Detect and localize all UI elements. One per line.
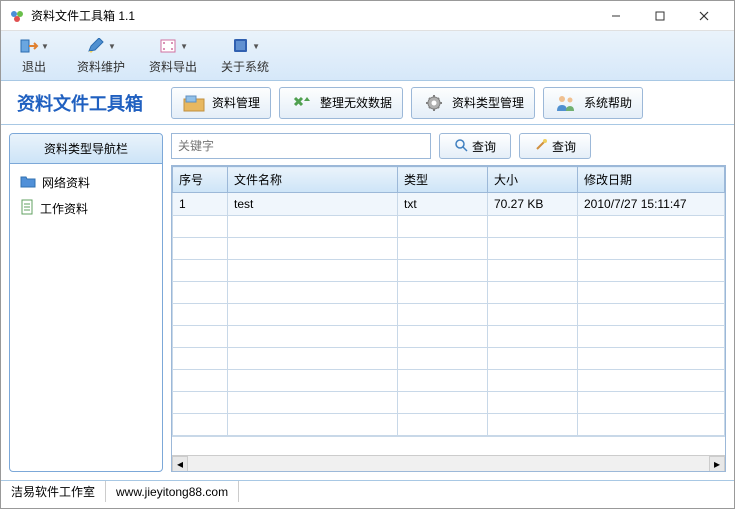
table-row[interactable]: 1 test txt 70.27 KB 2010/7/27 15:11:47 <box>173 193 725 216</box>
sidebar: 资料类型导航栏 网络资料 工作资料 <box>1 125 171 480</box>
clean-button[interactable]: 整理无效数据 <box>279 87 403 119</box>
pencil-icon <box>86 36 106 56</box>
export-button[interactable]: ▼ 资料导出 <box>143 34 203 77</box>
close-button[interactable] <box>682 2 726 30</box>
table-row[interactable] <box>173 414 725 436</box>
sidebar-title: 资料类型导航栏 <box>10 134 162 164</box>
type-manage-label: 资料类型管理 <box>452 94 524 111</box>
exit-button[interactable]: ▼ 退出 <box>9 34 59 77</box>
col-type[interactable]: 类型 <box>398 167 488 193</box>
titlebar: 资料文件工具箱 1.1 <box>1 1 734 31</box>
maximize-button[interactable] <box>638 2 682 30</box>
table-row[interactable] <box>173 216 725 238</box>
query-button-2[interactable]: 查询 <box>519 133 591 159</box>
table-row[interactable] <box>173 282 725 304</box>
table-row[interactable] <box>173 392 725 414</box>
folder-blue-icon <box>20 174 36 191</box>
window-title: 资料文件工具箱 1.1 <box>31 7 594 24</box>
maintain-label: 资料维护 <box>77 58 125 75</box>
scroll-right-icon[interactable]: ▸ <box>709 456 725 472</box>
chevron-down-icon: ▼ <box>41 42 49 51</box>
about-label: 关于系统 <box>221 58 269 75</box>
cell: test <box>228 193 398 216</box>
sidebar-item-network[interactable]: 网络资料 <box>16 170 156 195</box>
manage-button[interactable]: 资料管理 <box>171 87 271 119</box>
sidebar-item-work[interactable]: 工作资料 <box>16 195 156 222</box>
horizontal-scrollbar[interactable]: ◂ ▸ <box>172 455 725 471</box>
col-filename[interactable]: 文件名称 <box>228 167 398 193</box>
table-row[interactable] <box>173 326 725 348</box>
wand-icon <box>534 138 548 155</box>
exit-label: 退出 <box>22 58 46 75</box>
status-vendor: 洁易软件工作室 <box>1 481 106 502</box>
query-label: 查询 <box>472 138 496 155</box>
cell: 2010/7/27 15:11:47 <box>578 193 725 216</box>
query-label-2: 查询 <box>552 138 576 155</box>
maintain-button[interactable]: ▼ 资料维护 <box>71 34 131 77</box>
table-row[interactable] <box>173 370 725 392</box>
gear-icon <box>422 91 446 115</box>
main-panel: 查询 查询 序号 文件名称 类型 大小 修改日期 <box>171 125 734 480</box>
minimize-button[interactable] <box>594 2 638 30</box>
help-label: 系统帮助 <box>584 94 632 111</box>
chevron-down-icon: ▼ <box>108 42 116 51</box>
type-manage-button[interactable]: 资料类型管理 <box>411 87 535 119</box>
data-grid: 序号 文件名称 类型 大小 修改日期 1 test txt 70.27 KB 2… <box>171 165 726 472</box>
chevron-down-icon: ▼ <box>180 42 188 51</box>
folder-icon <box>182 91 206 115</box>
header-row: 资料文件工具箱 资料管理 整理无效数据 资料类型管理 系统帮助 <box>1 81 734 125</box>
sidebar-item-label: 网络资料 <box>42 174 90 191</box>
col-seq[interactable]: 序号 <box>173 167 228 193</box>
sidebar-item-label: 工作资料 <box>40 200 88 217</box>
document-green-icon <box>20 199 34 218</box>
statusbar: 洁易软件工作室 www.jieyitong88.com <box>1 480 734 502</box>
table-row[interactable] <box>173 260 725 282</box>
cell: 1 <box>173 193 228 216</box>
app-icon <box>9 8 25 24</box>
search-icon <box>454 138 468 155</box>
book-icon <box>230 36 250 56</box>
status-url: www.jieyitong88.com <box>106 481 239 502</box>
search-input[interactable] <box>171 133 431 159</box>
cell: txt <box>398 193 488 216</box>
scroll-left-icon[interactable]: ◂ <box>172 456 188 472</box>
chevron-down-icon: ▼ <box>252 42 260 51</box>
manage-label: 资料管理 <box>212 94 260 111</box>
table-row[interactable] <box>173 238 725 260</box>
toolbar: ▼ 退出 ▼ 资料维护 ▼ 资料导出 ▼ 关于系统 <box>1 31 734 81</box>
export-icon <box>158 36 178 56</box>
query-button[interactable]: 查询 <box>439 133 511 159</box>
cell: 70.27 KB <box>488 193 578 216</box>
table-header-row: 序号 文件名称 类型 大小 修改日期 <box>173 167 725 193</box>
col-size[interactable]: 大小 <box>488 167 578 193</box>
help-button[interactable]: 系统帮助 <box>543 87 643 119</box>
table-row[interactable] <box>173 348 725 370</box>
app-title: 资料文件工具箱 <box>17 90 143 116</box>
refresh-icon <box>290 91 314 115</box>
exit-icon <box>19 36 39 56</box>
users-icon <box>554 91 578 115</box>
col-modified[interactable]: 修改日期 <box>578 167 725 193</box>
table-row[interactable] <box>173 304 725 326</box>
clean-label: 整理无效数据 <box>320 94 392 111</box>
export-label: 资料导出 <box>149 58 197 75</box>
about-button[interactable]: ▼ 关于系统 <box>215 34 275 77</box>
